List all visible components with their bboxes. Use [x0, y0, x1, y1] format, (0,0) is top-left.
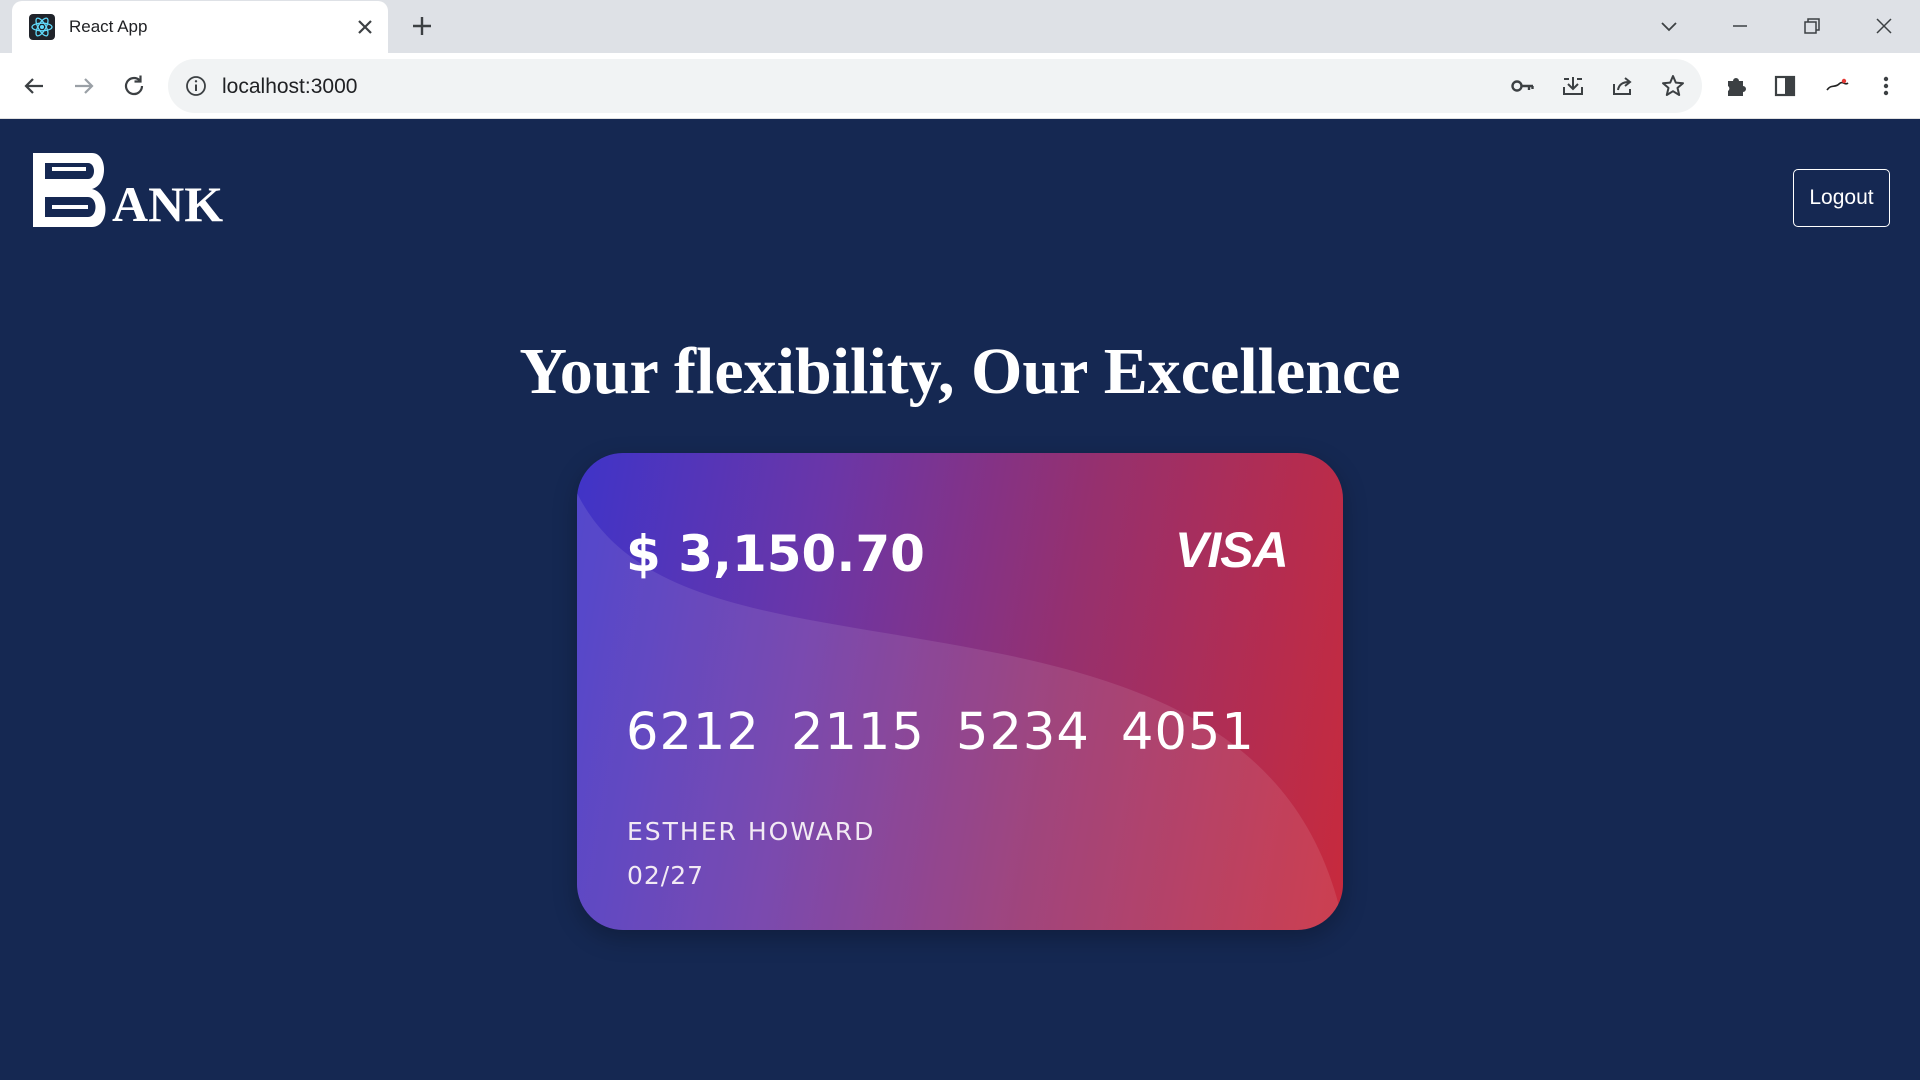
card-holder-name: ESTHER HOWARD [627, 817, 876, 846]
url-text[interactable]: localhost:3000 [222, 75, 357, 99]
credit-card: $ 3,150.70 VISA 6212 2115 5234 4051 ESTH… [577, 453, 1343, 930]
arrow-left-icon[interactable] [18, 70, 50, 102]
browser-tab[interactable]: React App [12, 1, 388, 53]
kebab-menu-icon[interactable] [1872, 72, 1900, 100]
new-tab-plus-icon[interactable] [410, 14, 434, 38]
browser-toolbar: localhost:3000 [0, 53, 1920, 119]
avatar[interactable] [1823, 72, 1851, 100]
visa-logo: VISA [1175, 522, 1289, 578]
puzzle-icon[interactable] [1722, 72, 1750, 100]
share-icon[interactable] [1609, 72, 1637, 100]
card-number: 6212 2115 5234 4051 [626, 703, 1255, 762]
tab-title: React App [69, 17, 148, 36]
logo-text: ANK [112, 176, 223, 231]
close-window-icon[interactable] [1870, 12, 1898, 40]
page-body: ANK Logout Your flexibility, Our Excelle… [0, 119, 1920, 1080]
key-icon[interactable] [1509, 72, 1537, 100]
star-icon[interactable] [1659, 72, 1687, 100]
bank-logo[interactable]: ANK [30, 151, 230, 231]
tab-search-chevron-icon[interactable] [1655, 12, 1683, 40]
page-headline: Your flexibility, Our Excellence [519, 335, 1401, 408]
logout-button[interactable]: Logout [1793, 169, 1890, 227]
arrow-right-icon[interactable] [68, 70, 100, 102]
reload-icon[interactable] [118, 70, 150, 102]
minimize-icon[interactable] [1726, 12, 1754, 40]
browser-tab-strip: React App [0, 0, 1920, 53]
close-tab-icon[interactable] [355, 17, 375, 37]
address-bar[interactable]: localhost:3000 [168, 59, 1702, 113]
download-icon[interactable] [1559, 72, 1587, 100]
card-expiry-date: 02/27 [627, 861, 705, 890]
card-balance: $ 3,150.70 [626, 525, 925, 583]
react-logo-icon [29, 14, 55, 40]
side-panel-icon[interactable] [1771, 72, 1799, 100]
restore-icon[interactable] [1798, 12, 1826, 40]
info-icon[interactable] [184, 74, 208, 98]
